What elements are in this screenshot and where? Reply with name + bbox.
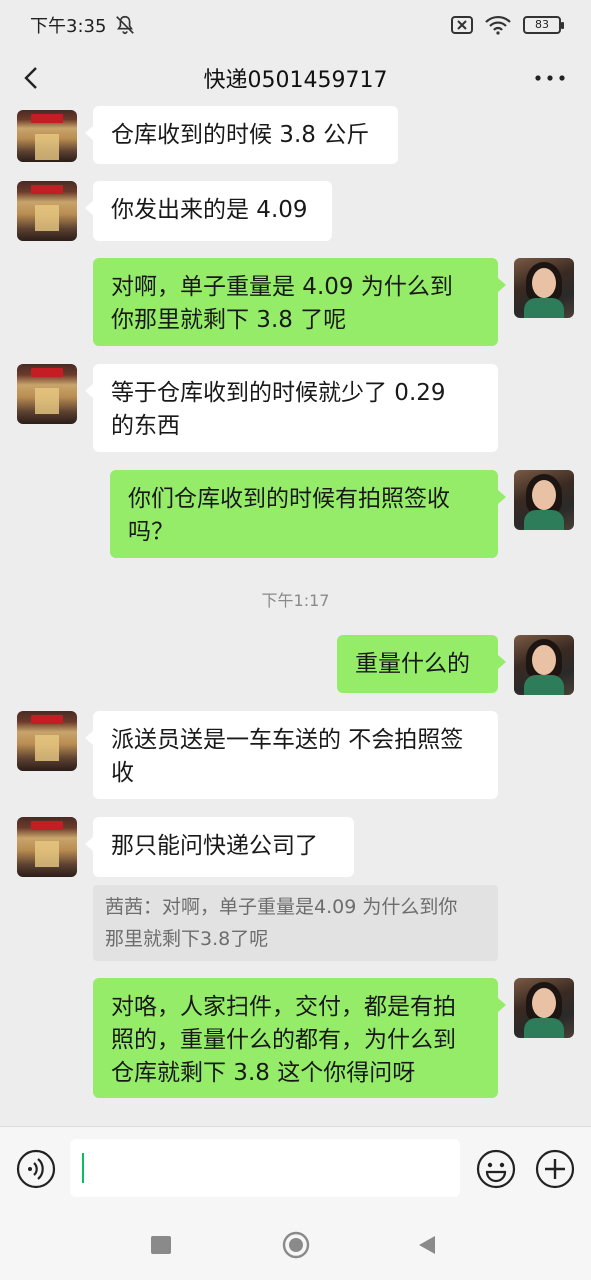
message-text-line: 对啊，单子重量是 4.09 为什么到	[111, 274, 453, 300]
no-sim-icon	[451, 16, 473, 34]
message-text-line: 你们仓库收到的时候有拍照签收	[128, 486, 450, 512]
emoji-icon[interactable]	[476, 1149, 516, 1189]
recent-apps-button[interactable]	[151, 1236, 171, 1254]
message-text-line: 你那里就剩下 3.8 了呢	[111, 307, 347, 333]
plus-icon[interactable]	[535, 1149, 575, 1189]
chat-header: 快递0501459717	[0, 50, 591, 106]
system-nav-bar	[0, 1210, 591, 1280]
message-text-line: 的东西	[111, 413, 180, 439]
message-text-line: 仓库就剩下 3.8 这个你得问呀	[111, 1060, 416, 1086]
message-text: 那只能问快递公司了	[111, 833, 318, 859]
received-message[interactable]: 你发出来的是 4.09	[85, 181, 332, 241]
status-time: 下午3:35	[30, 16, 107, 37]
sent-message[interactable]: 你们仓库收到的时候有拍照签收 吗？	[110, 470, 506, 558]
wifi-icon	[485, 15, 511, 35]
quote-text-line: 茜茜：对啊，单子重量是4.09 为什么到你	[105, 896, 458, 918]
sent-message[interactable]: 重量什么的	[337, 635, 506, 693]
contact-avatar[interactable]	[17, 181, 77, 241]
contact-avatar[interactable]	[17, 364, 77, 424]
received-message[interactable]: 派送员送是一车车送的 不会拍照签 收	[85, 711, 498, 799]
back-button[interactable]	[416, 1234, 438, 1256]
battery-icon: 83	[523, 16, 564, 34]
sent-message[interactable]: 对咯，人家扫件，交付，都是有拍 照的，重量什么的都有，为什么到 仓库就剩下 3.…	[93, 978, 506, 1098]
timestamp: 下午1:17	[261, 591, 330, 610]
message-input[interactable]	[70, 1139, 460, 1197]
quote-text-line: 那里就剩下3.8了呢	[105, 928, 269, 950]
my-avatar[interactable]	[514, 978, 574, 1038]
contact-avatar[interactable]	[17, 711, 77, 771]
more-dots-icon[interactable]	[533, 68, 567, 88]
received-message[interactable]: 等于仓库收到的时候就少了 0.29 的东西	[85, 364, 498, 452]
voice-icon[interactable]	[16, 1149, 56, 1189]
message-text-line: 吗？	[128, 519, 174, 545]
received-message[interactable]: 仓库收到的时候 3.8 公斤	[85, 106, 398, 164]
quoted-message[interactable]: 茜茜：对啊，单子重量是4.09 为什么到你 那里就剩下3.8了呢	[93, 885, 498, 961]
message-text-line: 照的，重量什么的都有，为什么到	[111, 1027, 456, 1053]
message-text-line: 对咯，人家扫件，交付，都是有拍	[111, 994, 456, 1020]
contact-avatar[interactable]	[17, 817, 77, 877]
status-bar: 下午3:35 83	[0, 0, 591, 50]
message-text-line: 收	[111, 760, 134, 786]
mute-bell-icon	[116, 15, 135, 35]
message-text: 仓库收到的时候 3.8 公斤	[111, 122, 370, 148]
sent-message[interactable]: 对啊，单子重量是 4.09 为什么到 你那里就剩下 3.8 了呢	[93, 258, 506, 346]
message-text: 你发出来的是 4.09	[111, 197, 308, 223]
message-text: 重量什么的	[355, 651, 470, 677]
my-avatar[interactable]	[514, 635, 574, 695]
home-button[interactable]	[281, 1230, 311, 1260]
message-text-line: 等于仓库收到的时候就少了 0.29	[111, 380, 446, 406]
text-caret	[82, 1153, 84, 1183]
received-message[interactable]: 那只能问快递公司了	[85, 817, 354, 877]
back-arrow-icon[interactable]	[18, 64, 46, 92]
contact-avatar[interactable]	[17, 110, 77, 162]
my-avatar[interactable]	[514, 470, 574, 530]
message-list[interactable]: 仓库收到的时候 3.8 公斤 你发出来的是 4.09 对啊，单子重量是 4.09…	[0, 106, 591, 1126]
message-text-line: 派送员送是一车车送的 不会拍照签	[111, 727, 464, 753]
input-bar	[0, 1126, 591, 1210]
my-avatar[interactable]	[514, 258, 574, 318]
chat-title: 快递0501459717	[203, 68, 388, 93]
